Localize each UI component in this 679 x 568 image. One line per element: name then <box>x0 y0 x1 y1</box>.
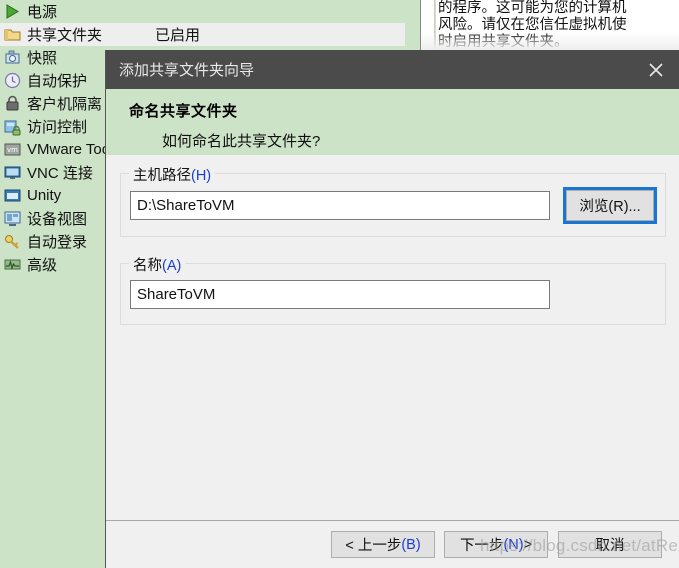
host-path-label: 主机路径(H) <box>129 164 216 185</box>
host-path-input[interactable]: D:\ShareToVM <box>130 191 550 220</box>
svg-text:vm: vm <box>7 146 18 154</box>
name-input[interactable]: ShareToVM <box>130 280 550 309</box>
dialog-footer: < 上一步 (B) 下一步 (N) > 取消 <box>106 521 679 568</box>
settings-row-label: 客户机隔离 <box>27 96 103 113</box>
lock-icon <box>3 94 22 113</box>
next-button-label: 下一步 <box>459 538 504 554</box>
settings-row-status: 已启用 <box>155 27 201 44</box>
settings-row-label: 设备视图 <box>27 211 88 228</box>
browse-button[interactable]: 浏览(R)... <box>563 187 657 224</box>
wizard-body: 主机路径(H) D:\ShareToVM 浏览(R)... 名称(A) Shar… <box>106 155 679 521</box>
back-button-label: < 上一步 <box>345 538 402 554</box>
close-icon[interactable] <box>633 50 679 89</box>
wizard-heading: 命名共享文件夹 <box>129 103 238 120</box>
next-button-suffix: > <box>523 536 533 553</box>
settings-row-1[interactable]: 共享文件夹 已启用 <box>0 23 405 46</box>
back-button-accelerator: (B) <box>401 536 421 553</box>
next-button[interactable]: 下一步 (N) > <box>444 531 548 558</box>
advanced-waveform-icon <box>3 255 22 274</box>
device-view-icon <box>3 209 22 228</box>
next-button-accelerator: (N) <box>503 536 524 553</box>
cancel-button[interactable]: 取消 <box>558 531 662 558</box>
add-shared-folder-wizard-dialog: 添加共享文件夹向导 命名共享文件夹 如何命名此共享文件夹? 主机路径(H) D:… <box>105 50 679 568</box>
settings-row-label: 共享文件夹 <box>27 27 103 44</box>
back-button[interactable]: < 上一步 (B) <box>331 531 435 558</box>
name-group: 名称(A) ShareToVM <box>120 254 666 325</box>
settings-row-label: 自动登录 <box>27 234 88 251</box>
autoprotect-clock-icon <box>3 71 22 90</box>
settings-row-label: 电源 <box>27 4 58 21</box>
power-play-icon <box>3 2 22 21</box>
unity-window-icon <box>3 186 22 205</box>
panel-fade <box>421 32 679 50</box>
info-line: 的程序。这可能为您的计算机 <box>438 0 627 16</box>
settings-row-label: 高级 <box>27 257 58 274</box>
settings-row-0[interactable]: 电源 <box>0 0 405 23</box>
wizard-header-band: 命名共享文件夹 如何命名此共享文件夹? <box>106 89 679 155</box>
vmware-tools-icon: vm <box>3 140 22 159</box>
settings-row-label: Unity <box>27 187 62 204</box>
settings-row-label: 快照 <box>27 50 58 67</box>
folder-icon <box>3 25 22 44</box>
settings-row-label: VNC 连接 <box>27 165 93 182</box>
host-path-group: 主机路径(H) D:\ShareToVM 浏览(R)... <box>120 164 666 237</box>
name-accelerator: (A) <box>162 258 182 274</box>
settings-row-label: 自动保护 <box>27 73 88 90</box>
dialog-title: 添加共享文件夹向导 <box>119 62 255 79</box>
monitor-vnc-icon <box>3 163 22 182</box>
cancel-button-label: 取消 <box>595 538 625 554</box>
host-path-accelerator: (H) <box>191 168 212 184</box>
key-autologin-icon <box>3 232 22 251</box>
dialog-titlebar: 添加共享文件夹向导 <box>106 50 679 89</box>
snapshot-camera-icon <box>3 48 22 67</box>
access-control-lock-icon <box>3 117 22 136</box>
browse-button-label: 浏览(R)... <box>579 199 641 215</box>
wizard-subheading: 如何命名此共享文件夹? <box>162 133 321 150</box>
name-label: 名称(A) <box>129 254 186 275</box>
settings-row-label: 访问控制 <box>27 119 88 136</box>
